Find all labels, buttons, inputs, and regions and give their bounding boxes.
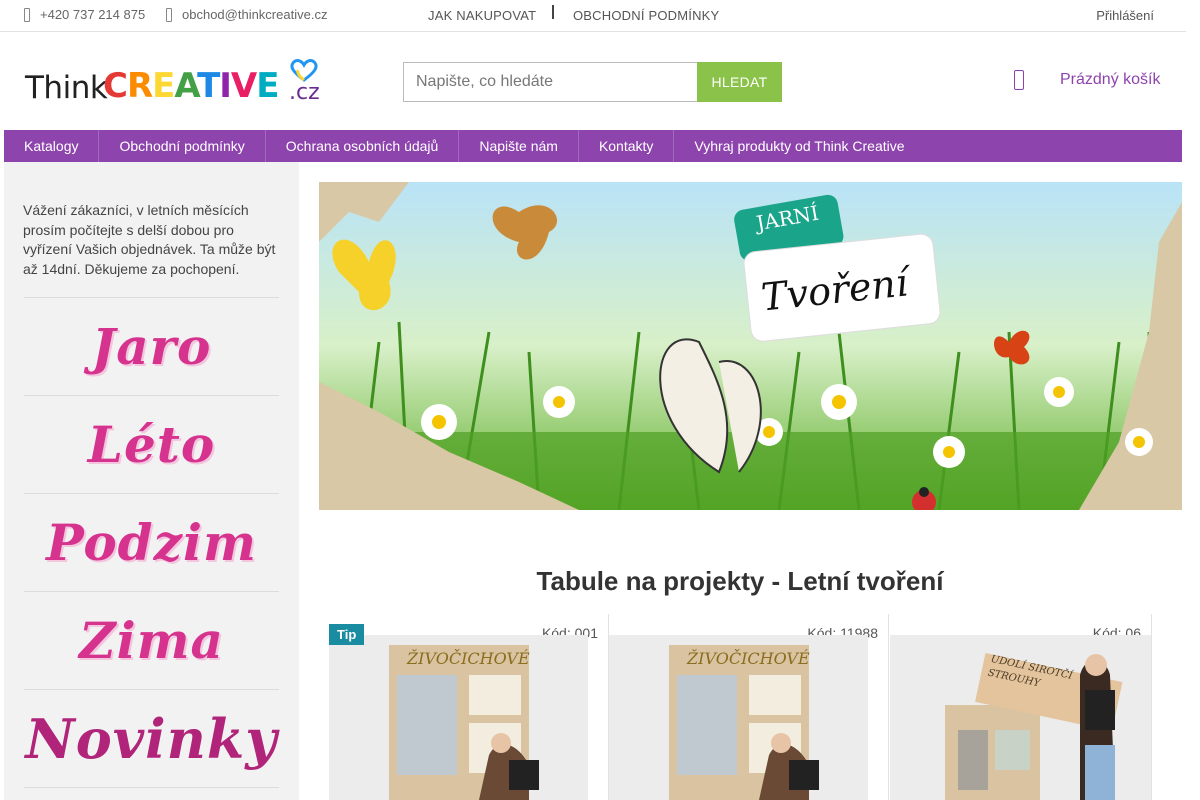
email-address: obchod@thinkcreative.cz <box>182 7 328 22</box>
section-title: Tabule na projekty - Letní tvoření <box>536 566 944 596</box>
top-bar: +420 737 214 875 obchod@thinkcreative.cz… <box>0 0 1186 32</box>
season-label: Podzim <box>46 513 257 572</box>
nav-item-write-us[interactable]: Napište nám <box>459 130 579 162</box>
how-to-buy-link[interactable]: JAK NAKUPOVAT <box>428 8 536 23</box>
season-label: Zima <box>79 611 224 670</box>
product-image[interactable]: ŽIVOČICHOVÉ <box>609 635 868 800</box>
board-label: ŽIVOČICHOVÉ <box>687 649 810 668</box>
season-label: Jaro <box>91 317 212 376</box>
site-logo[interactable]: Think CREATIVE .cz <box>25 58 320 108</box>
season-label: Novinky <box>25 706 278 771</box>
cart-label: Prázdný košík <box>1060 71 1161 88</box>
login-link[interactable]: Přihlášení <box>1096 8 1154 23</box>
envelope-icon <box>166 7 172 22</box>
logo-think-text: Think <box>25 70 108 106</box>
product-card[interactable]: Kód: 001 ŽIVOČICHOVÉ Tip <box>329 614 609 800</box>
nav-item-contacts[interactable]: Kontakty <box>579 130 675 162</box>
main-nav: Katalogy Obchodní podmínky Ochrana osobn… <box>4 130 1182 162</box>
sidebar-item-podzim[interactable]: Podzim <box>24 493 279 591</box>
terms-link[interactable]: OBCHODNÍ PODMÍNKY <box>573 8 719 23</box>
logo-creative-text: CREATIVE <box>103 66 279 106</box>
nav-item-katalogy[interactable]: Katalogy <box>4 130 100 162</box>
sidebar-item-novinky[interactable]: Novinky <box>24 689 279 787</box>
sidebar-item-leto[interactable]: Léto <box>24 395 279 493</box>
nav-item-terms[interactable]: Obchodní podmínky <box>99 130 266 162</box>
nav-item-win-products[interactable]: Vyhraj produkty od Think Creative <box>674 130 924 162</box>
product-card[interactable]: Kód: 06 UDOLÍ SIROTČÍ STROUHY <box>890 614 1152 800</box>
product-image[interactable]: UDOLÍ SIROTČÍ STROUHY <box>890 635 1151 800</box>
hero-banner[interactable]: JARNÍ Tvoření <box>319 182 1182 510</box>
sidebar-item-jaro[interactable]: Jaro <box>24 297 279 395</box>
search-button[interactable]: HLEDAT <box>697 62 782 102</box>
spring-meadow-illustration <box>319 182 1182 510</box>
phone-number: +420 737 214 875 <box>40 7 146 22</box>
sidebar-item-zima[interactable]: Zima <box>24 591 279 689</box>
product-image[interactable]: ŽIVOČICHOVÉ <box>329 635 588 800</box>
logo-cz-text: .cz <box>289 80 320 105</box>
search-form: HLEDAT <box>403 62 782 102</box>
sidebar-divider <box>24 787 279 800</box>
sidebar: Vážení zákazníci, v letních měsících pro… <box>4 162 299 800</box>
phone-contact[interactable]: +420 737 214 875 <box>24 7 145 22</box>
phone-icon <box>24 7 30 22</box>
heart-icon <box>290 59 318 82</box>
email-contact[interactable]: obchod@thinkcreative.cz <box>166 7 327 22</box>
product-card[interactable]: Kód: 11988 ŽIVOČICHOVÉ <box>609 614 889 800</box>
divider <box>552 5 554 19</box>
shopping-bag-icon <box>1014 70 1024 90</box>
cart-link[interactable]: Prázdný košík <box>1014 70 1160 90</box>
shipping-notice: Vážení zákazníci, v letních měsících pro… <box>23 202 276 277</box>
search-input[interactable] <box>403 62 697 102</box>
tip-badge: Tip <box>329 624 365 645</box>
board-label: ŽIVOČICHOVÉ <box>407 649 530 668</box>
nav-item-privacy[interactable]: Ochrana osobních údajů <box>266 130 460 162</box>
season-label: Léto <box>87 415 216 474</box>
